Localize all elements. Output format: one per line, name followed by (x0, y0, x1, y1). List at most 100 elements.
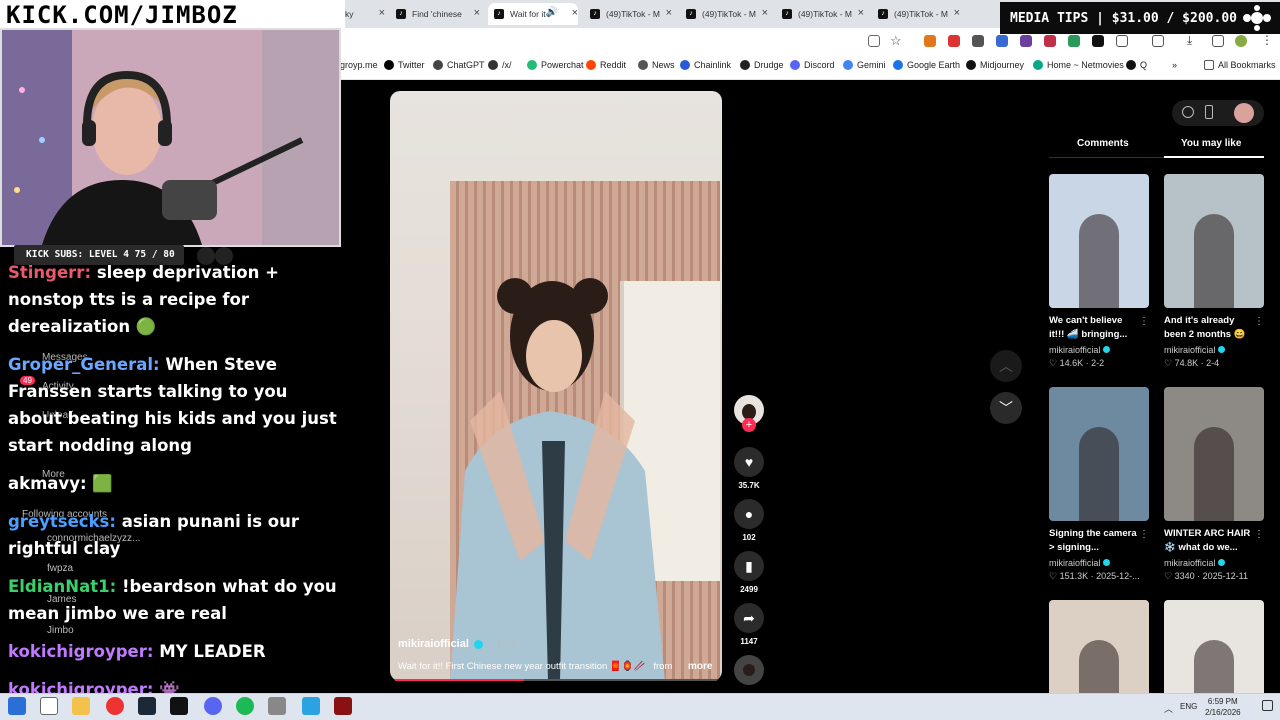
bookmark-item[interactable]: Drudge (740, 60, 784, 70)
user-avatar[interactable] (1234, 103, 1254, 123)
caption-more-button[interactable]: more (688, 661, 712, 672)
tab-close-icon[interactable]: × (762, 7, 768, 19)
tray-chevron-icon[interactable]: ︿ (1164, 702, 1173, 715)
speaker-icon[interactable]: 🔊 (546, 7, 558, 18)
bookmark-item[interactable]: Q (1126, 60, 1147, 70)
compass-icon[interactable] (1182, 106, 1194, 118)
recommended-video-card[interactable]: Signing the camera > signing... ⋮ mikiraio… (1049, 387, 1149, 582)
bookmark-item[interactable]: Reddit (586, 60, 626, 70)
card-menu-icon[interactable]: ⋮ (1139, 316, 1149, 327)
telegram-icon[interactable] (302, 697, 320, 715)
card-author[interactable]: mikiraiofficial (1049, 558, 1149, 568)
share-button[interactable]: ➦ 1147 (734, 603, 764, 646)
chat-username[interactable]: greytsecks: (8, 512, 116, 531)
bookmark-item[interactable]: Gemini (843, 60, 886, 70)
save-button[interactable]: ▮ 2499 (734, 551, 764, 594)
extension-icon[interactable] (1020, 35, 1032, 47)
phone-icon[interactable] (1205, 105, 1213, 119)
discord-icon[interactable] (204, 697, 222, 715)
previous-video-button[interactable]: ︿ (990, 350, 1022, 382)
bookmark-item[interactable]: ChatGPT (433, 60, 485, 70)
browser-tab[interactable]: ky × (345, 3, 385, 25)
bookmark-item[interactable]: News (638, 60, 675, 70)
tab-you-may-like[interactable]: You may like (1181, 138, 1241, 149)
tab-label: Wait for it (510, 9, 546, 19)
app-icon[interactable] (268, 697, 286, 715)
extension-icon[interactable] (1068, 35, 1080, 47)
bookmark-item[interactable]: Home ~ Netmovies (1033, 60, 1124, 70)
clock[interactable]: 6:59 PM 2/16/2026 (1205, 696, 1241, 718)
x-icon[interactable] (1092, 35, 1104, 47)
comment-button[interactable]: ● 102 (734, 499, 764, 542)
like-button[interactable]: ♥ 35.7K (734, 447, 764, 490)
follow-plus-icon[interactable]: + (742, 418, 756, 432)
bookmark-item[interactable]: Powerchat (527, 60, 584, 70)
card-author[interactable]: mikiraiofficial (1164, 558, 1264, 568)
app-icon[interactable] (334, 697, 352, 715)
metamask-icon[interactable] (924, 35, 936, 47)
tab-close-icon[interactable]: × (858, 7, 864, 19)
menu-icon[interactable]: ⋮ (1261, 33, 1273, 47)
bookmark-item[interactable]: Discord (790, 60, 835, 70)
chat-username[interactable]: Groper_General: (8, 355, 160, 374)
chat-username[interactable]: Stingerr: (8, 263, 91, 282)
recommended-video-card[interactable]: And it's already been 2 months 😄 ⋮ mikirai… (1164, 174, 1264, 369)
profile-avatar[interactable] (1235, 35, 1247, 47)
extension-icon[interactable] (948, 35, 960, 47)
chat-username[interactable]: akmavy: (8, 474, 87, 493)
browser-tab[interactable]: ♪ (49)TikTok - M × (686, 3, 768, 25)
recommended-video-card[interactable]: WINTER ARC HAIR ❄️ what do we... ⋮ mikirai… (1164, 387, 1264, 582)
windows-start-icon[interactable] (8, 697, 26, 715)
author-avatar-button[interactable]: + (734, 395, 764, 432)
tab-comments[interactable]: Comments (1077, 138, 1129, 149)
card-author[interactable]: mikiraiofficial (1049, 345, 1149, 355)
card-menu-icon[interactable]: ⋮ (1254, 529, 1264, 540)
all-bookmarks[interactable]: All Bookmarks (1204, 60, 1276, 70)
browser-tab[interactable]: ♪ Find 'chinese × (396, 3, 480, 25)
tab-close-icon[interactable]: × (379, 7, 385, 19)
browser-tab-active[interactable]: ♪ Wait for it 🔊 × (488, 3, 578, 25)
tab-close-icon[interactable]: × (954, 7, 960, 19)
card-menu-icon[interactable]: ⋮ (1254, 316, 1264, 327)
download-icon[interactable]: ⤓ (1187, 33, 1192, 48)
video-author[interactable]: mikiraiofficial (398, 638, 469, 650)
bookmark-item[interactable]: Chainlink (680, 60, 731, 70)
steam-icon[interactable] (138, 697, 156, 715)
card-menu-icon[interactable]: ⋮ (1139, 529, 1149, 540)
extension-icon[interactable] (972, 35, 984, 47)
card-author[interactable]: mikiraiofficial (1164, 345, 1264, 355)
terminal-icon[interactable] (170, 697, 188, 715)
bookmark-star-icon[interactable]: ☆ (890, 33, 902, 49)
sound-button[interactable] (734, 655, 764, 685)
browser-tab[interactable]: ♪ (49)TikTok - M × (878, 3, 960, 25)
task-view-icon[interactable] (40, 697, 58, 715)
sidepanel-icon[interactable] (1152, 35, 1164, 47)
video-player[interactable] (390, 91, 722, 681)
extension-icon[interactable] (996, 35, 1008, 47)
chat-username[interactable]: EldianNat1: (8, 577, 116, 596)
next-video-button[interactable]: ﹀ (990, 392, 1022, 424)
tab-close-icon[interactable]: × (474, 7, 480, 19)
puzzle-icon[interactable] (1116, 35, 1128, 47)
notification-icon[interactable] (1262, 700, 1273, 711)
reading-list-icon[interactable] (1212, 35, 1224, 47)
spotify-icon[interactable] (236, 697, 254, 715)
tab-close-icon[interactable]: × (572, 7, 578, 19)
recommended-video-card[interactable]: We can't believe it!!! 🚄 bringing... ⋮ mik… (1049, 174, 1149, 369)
tab-close-icon[interactable]: × (666, 7, 672, 19)
bookmark-item[interactable]: Google Earth (893, 60, 960, 70)
bookmark-item[interactable]: Twitter (384, 60, 425, 70)
chrome-icon[interactable] (106, 697, 124, 715)
browser-tab[interactable]: ♪ (49)TikTok - M × (782, 3, 864, 25)
extension-icon[interactable] (1044, 35, 1056, 47)
chat-username[interactable]: kokichigroyper: (8, 642, 153, 661)
heart-icon: ♥ (734, 447, 764, 477)
cast-icon[interactable] (868, 35, 880, 47)
language-indicator[interactable]: ENG (1180, 702, 1197, 711)
bookmark-item[interactable]: /x/ (488, 60, 512, 70)
bookmark-item[interactable]: Midjourney (966, 60, 1024, 70)
bookmarks-overflow[interactable]: » (1172, 60, 1177, 70)
browser-tab[interactable]: ♪ (49)TikTok - M × (590, 3, 672, 25)
bookmark-item[interactable]: groyp.me (340, 60, 378, 70)
file-explorer-icon[interactable] (72, 697, 90, 715)
